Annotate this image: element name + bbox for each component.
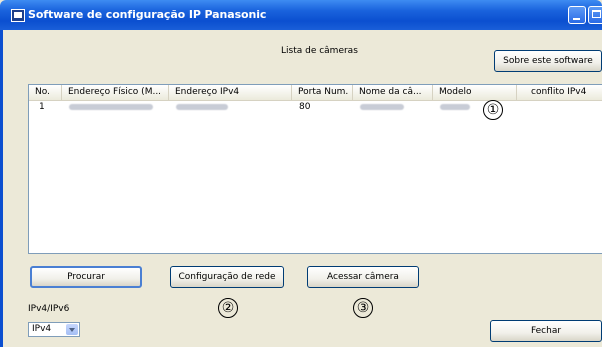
window-frame-left (0, 30, 3, 347)
app-icon (11, 9, 25, 22)
about-software-button[interactable]: Sobre este software (494, 50, 602, 72)
camera-list-title: Lista de câmeras (281, 46, 358, 56)
cell-ipv4-redacted (170, 101, 228, 114)
access-camera-button[interactable]: Acessar câmera (307, 266, 419, 288)
cell-port: 80 (299, 102, 311, 112)
column-header-ipv4[interactable]: Endereço IPv4 (169, 85, 292, 100)
window-title: Software de configuração IP Panasonic (28, 8, 267, 21)
callout-2: ② (218, 298, 238, 318)
minimize-button[interactable] (568, 6, 586, 24)
network-config-button[interactable]: Configuração de rede (170, 266, 284, 288)
cell-no: 1 (39, 102, 45, 112)
column-header-model[interactable]: Modelo (433, 85, 517, 100)
app-window: Software de configuração IP Panasonic Li… (0, 0, 602, 347)
column-header-camera-name[interactable]: Nome da câ... (353, 85, 433, 100)
column-header-mac[interactable]: Endereço Físico (M... (62, 85, 169, 100)
search-button[interactable]: Procurar (30, 266, 142, 288)
ip-version-value: IPv4 (32, 324, 52, 334)
chevron-down-icon[interactable] (66, 324, 78, 335)
column-header-no[interactable]: No. (29, 85, 62, 100)
cell-model-redacted (434, 101, 470, 114)
close-button[interactable]: Fechar (490, 320, 602, 342)
cell-camera-name-redacted (354, 101, 404, 114)
camera-list[interactable]: No. Endereço Físico (M... Endereço IPv4 … (28, 84, 602, 254)
cell-mac-redacted (63, 101, 153, 114)
camera-list-header: No. Endereço Físico (M... Endereço IPv4 … (29, 85, 602, 101)
column-header-port[interactable]: Porta Num. (292, 85, 353, 100)
ip-version-select[interactable]: IPv4 (28, 322, 80, 337)
callout-1: ① (483, 100, 503, 120)
callout-3: ③ (353, 298, 373, 318)
maximize-button[interactable] (588, 6, 602, 24)
column-header-ipv4-conflict[interactable]: conflito IPv4 (517, 85, 602, 100)
ip-version-label: IPv4/IPv6 (28, 304, 70, 314)
title-bar[interactable]: Software de configuração IP Panasonic (0, 0, 602, 30)
